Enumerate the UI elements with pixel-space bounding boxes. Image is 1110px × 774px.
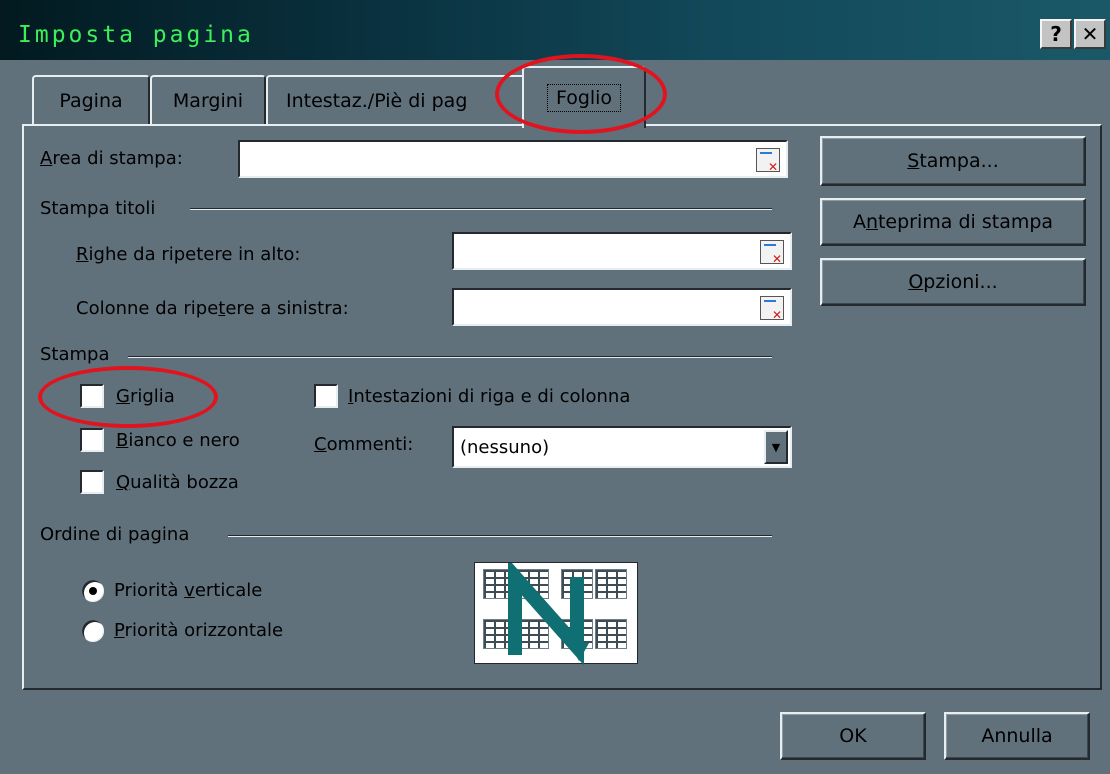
close-button[interactable]: ✕	[1074, 19, 1106, 49]
tab-intestazioni[interactable]: Intestaz./Piè di pag	[266, 75, 530, 125]
options-button[interactable]: Opzioni...	[820, 258, 1086, 306]
print-titles-group-label: Stampa titoli	[40, 198, 156, 219]
comments-value: (nessuno)	[460, 437, 550, 458]
rows-repeat-label: Righe da ripetere in alto:	[76, 244, 301, 265]
over-then-down-label[interactable]: Priorità orizzontale	[114, 620, 283, 641]
comments-select[interactable]: (nessuno) ▼	[452, 426, 792, 468]
cancel-button[interactable]: Annulla	[944, 712, 1090, 760]
collapse-dialog-icon[interactable]	[756, 148, 780, 174]
group-divider	[128, 356, 772, 358]
collapse-dialog-icon[interactable]	[760, 240, 784, 266]
draft-quality-label[interactable]: Qualità bozza	[116, 472, 239, 493]
draft-quality-checkbox[interactable]	[80, 470, 104, 494]
print-button[interactable]: Stampa...	[820, 136, 1086, 186]
down-then-over-label[interactable]: Priorità verticale	[114, 580, 262, 601]
black-white-checkbox[interactable]	[80, 428, 104, 452]
comments-label: Commenti:	[314, 434, 414, 455]
window-title: Imposta pagina	[18, 22, 254, 48]
print-area-input[interactable]	[238, 140, 788, 178]
cols-repeat-label: Colonne da ripetere a sinistra:	[76, 298, 349, 319]
down-then-over-radio[interactable]	[82, 580, 104, 602]
row-col-headings-label[interactable]: Intestazioni di riga e di colonna	[348, 386, 630, 407]
over-then-down-radio[interactable]	[82, 620, 104, 642]
help-button[interactable]: ?	[1040, 19, 1072, 49]
print-group-label: Stampa	[40, 344, 110, 365]
page-order-arrow-icon	[508, 563, 589, 665]
group-divider	[190, 208, 772, 210]
ok-button[interactable]: OK	[780, 712, 926, 760]
group-divider	[228, 535, 772, 537]
collapse-dialog-icon[interactable]	[760, 296, 784, 322]
row-col-headings-checkbox[interactable]	[314, 384, 338, 408]
print-area-label: Area di stampa:	[40, 148, 183, 169]
page-order-preview	[474, 562, 638, 665]
tab-foglio[interactable]: Foglio	[522, 66, 646, 128]
title-bar: Imposta pagina ? ✕	[0, 0, 1110, 60]
dropdown-arrow-icon[interactable]: ▼	[764, 430, 788, 464]
black-white-label[interactable]: Bianco e nero	[116, 430, 240, 451]
page-order-group-label: Ordine di pagina	[40, 524, 190, 545]
tab-margini[interactable]: Margini	[150, 75, 266, 125]
rows-repeat-input[interactable]	[452, 232, 792, 270]
gridlines-checkbox[interactable]	[80, 384, 104, 408]
tab-pagina[interactable]: Pagina	[32, 75, 150, 125]
cols-repeat-input[interactable]	[452, 288, 792, 326]
print-preview-button[interactable]: An teprima di stampa	[820, 198, 1086, 246]
gridlines-label[interactable]: Griglia	[116, 386, 175, 407]
